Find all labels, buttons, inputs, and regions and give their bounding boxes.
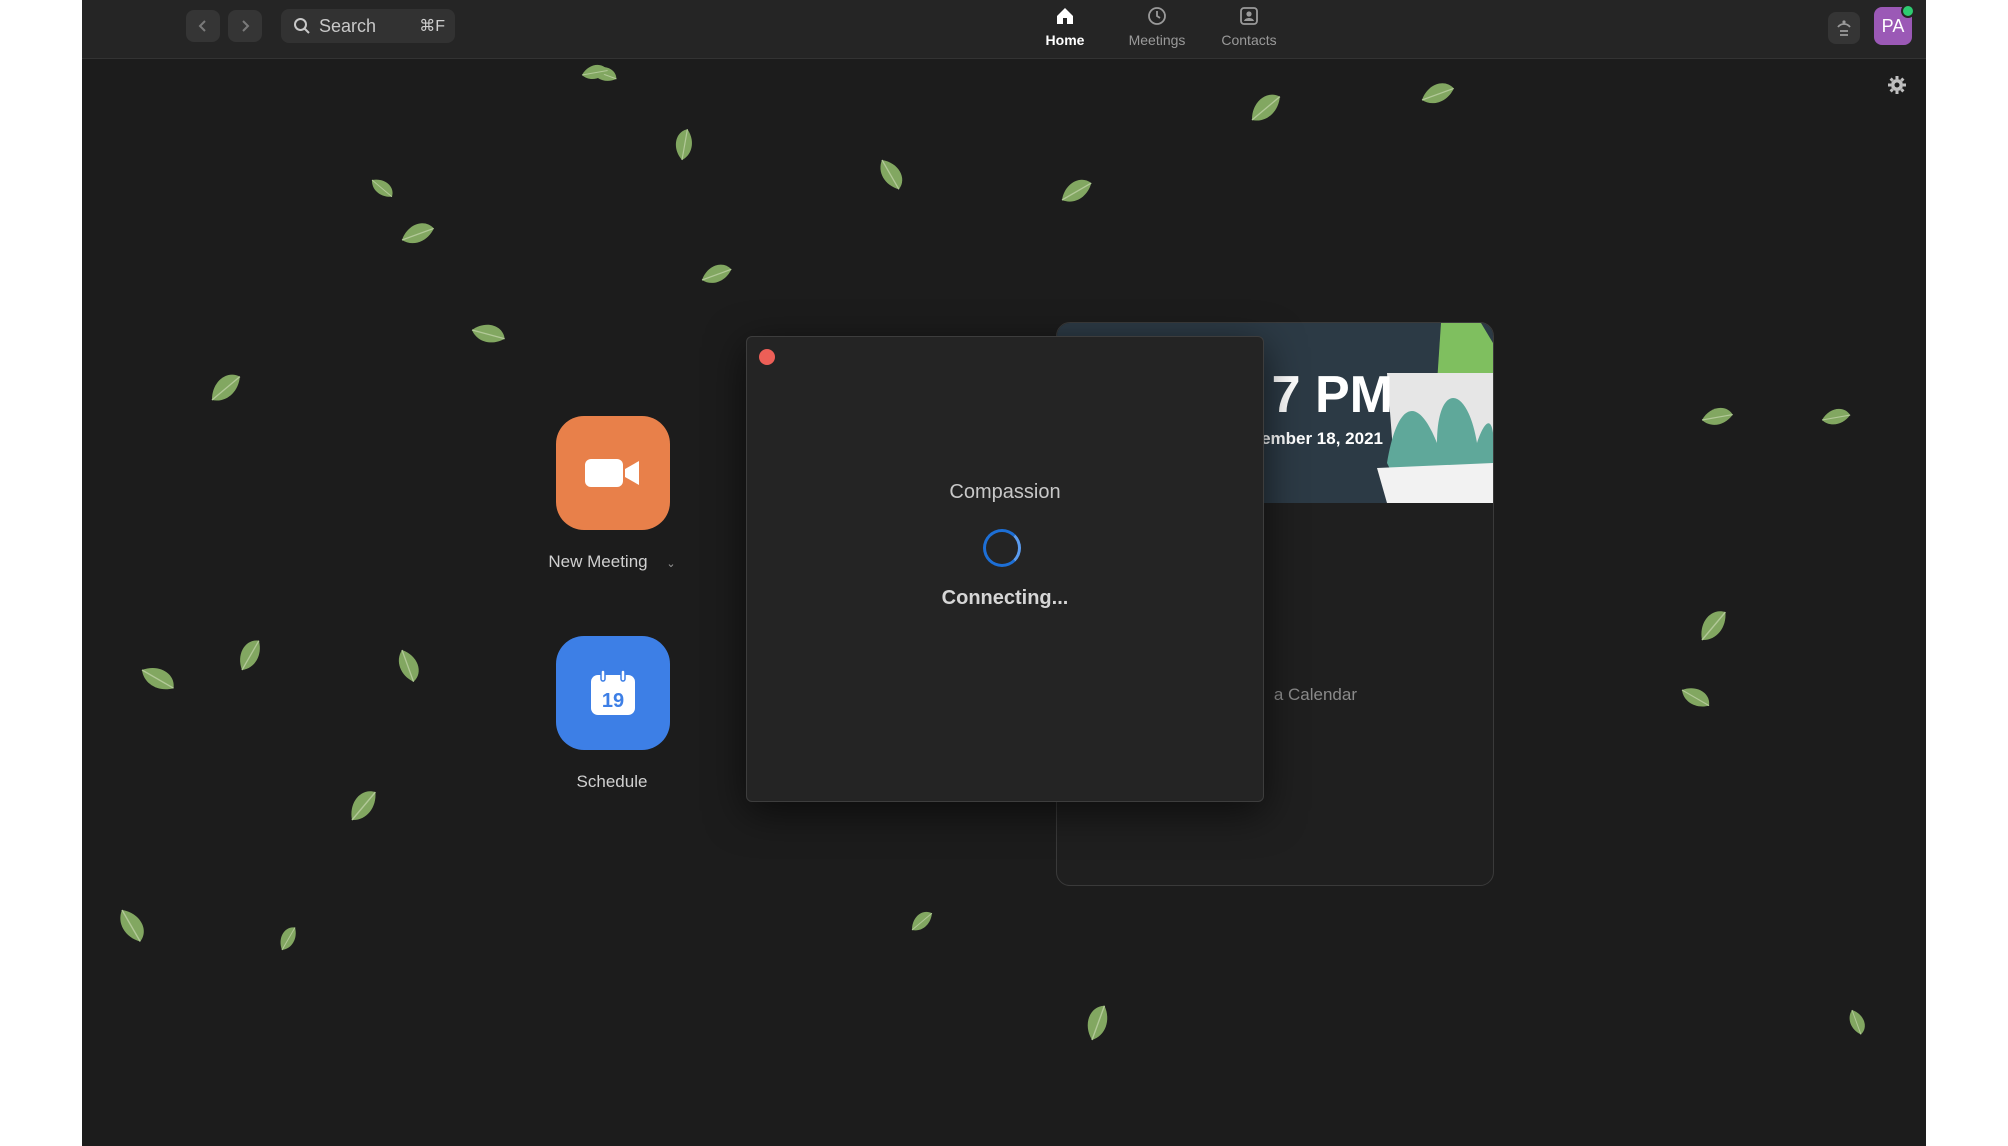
- close-button[interactable]: [759, 349, 775, 365]
- tab-home[interactable]: Home: [1015, 4, 1115, 54]
- connecting-dialog: Compassion Connecting...: [746, 336, 1264, 802]
- back-button[interactable]: [186, 10, 220, 42]
- forward-button[interactable]: [228, 10, 262, 42]
- new-meeting-label: New Meeting: [548, 552, 648, 571]
- loading-spinner-icon: [983, 529, 1021, 567]
- top-navigation-bar: Search ⌘F Home Meetings Contacts PA: [82, 0, 1926, 59]
- new-meeting-label-row[interactable]: New Meeting ⌄: [512, 552, 712, 572]
- clock-icon: [1147, 4, 1167, 28]
- schedule-button[interactable]: 19: [556, 636, 670, 750]
- meeting-title: Compassion: [949, 481, 1061, 503]
- tab-label: Contacts: [1221, 32, 1277, 48]
- calendar-day: 19: [602, 690, 624, 712]
- gear-icon: [1888, 76, 1906, 94]
- chevron-down-icon[interactable]: ⌄: [666, 558, 675, 570]
- chevron-right-icon: [242, 20, 250, 32]
- avatar-initials: PA: [1881, 15, 1905, 36]
- tab-contacts[interactable]: Contacts: [1199, 4, 1299, 54]
- settings-button[interactable]: [1888, 76, 1906, 99]
- avatar[interactable]: PA: [1874, 4, 1915, 45]
- calendar-icon: 19: [591, 669, 635, 715]
- search-label: Search: [319, 15, 377, 36]
- tab-label: Home: [1045, 32, 1085, 48]
- tab-meetings[interactable]: Meetings: [1107, 4, 1207, 54]
- online-status-dot: [1901, 4, 1915, 18]
- video-camera-icon: [585, 459, 639, 487]
- presence-status-button[interactable]: [1828, 12, 1860, 44]
- home-icon: [1055, 4, 1075, 28]
- chevron-left-icon: [198, 20, 206, 32]
- search-shortcut: ⌘F: [419, 18, 445, 35]
- contacts-icon: [1239, 4, 1259, 28]
- zoom-app-window: Search ⌘F Home Meetings Contacts PA New …: [82, 0, 1926, 1146]
- search-icon: [293, 17, 311, 35]
- search-box[interactable]: Search ⌘F: [281, 9, 455, 43]
- tab-label: Meetings: [1128, 32, 1186, 48]
- schedule-label: Schedule: [576, 772, 648, 791]
- connection-status: Connecting...: [941, 587, 1069, 609]
- signal-icon: [1837, 20, 1851, 36]
- new-meeting-button[interactable]: [556, 416, 670, 530]
